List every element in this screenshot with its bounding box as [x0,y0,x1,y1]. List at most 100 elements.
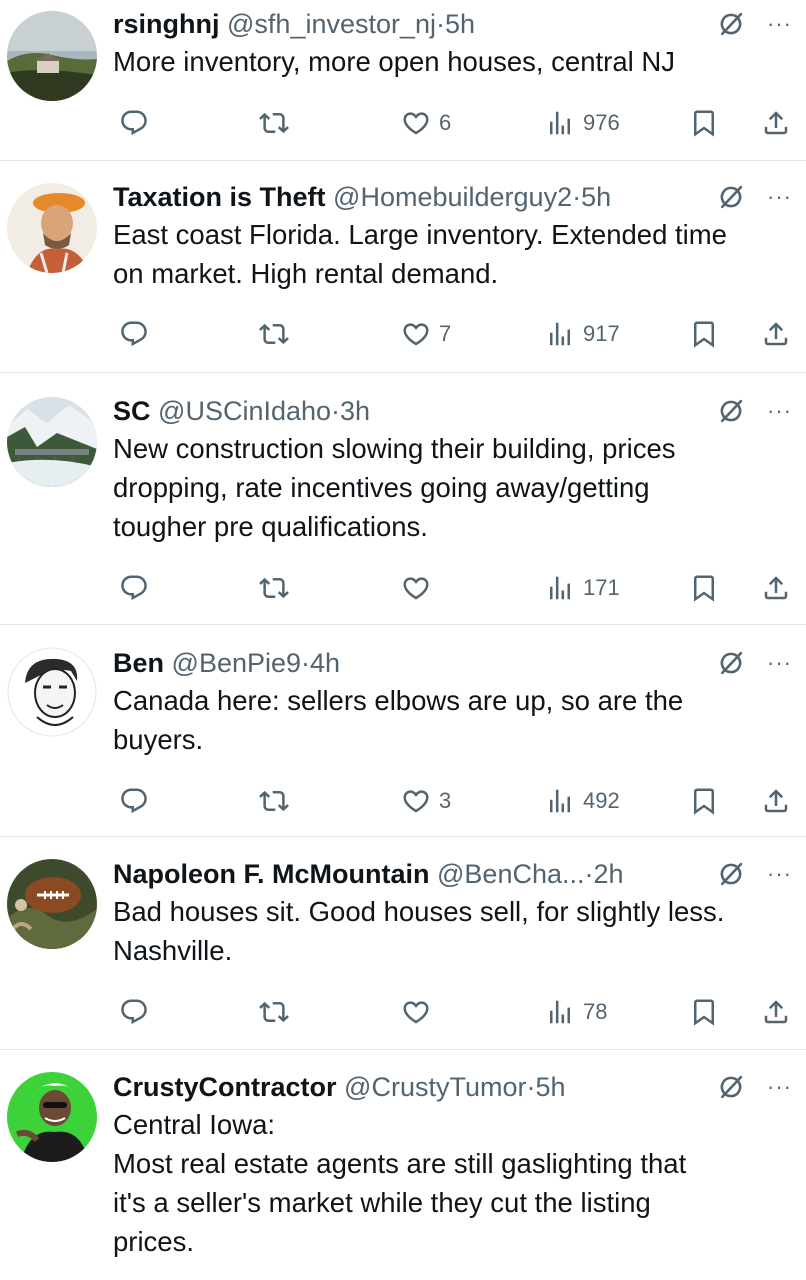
reply-button[interactable] [119,103,149,143]
retweet-icon [259,108,289,138]
grok-icon[interactable] [717,397,745,425]
tweet-header: SC @USCinIdaho·3h ··· [113,393,792,429]
display-name[interactable]: Ben [113,648,164,678]
like-button[interactable]: 7 [401,314,451,354]
display-name[interactable]: Taxation is Theft [113,182,326,212]
like-button[interactable] [401,992,439,1032]
display-name[interactable]: Napoleon F. McMountain [113,859,430,889]
retweet-button[interactable] [259,314,289,354]
reply-button[interactable] [119,568,149,608]
tweet[interactable]: Ben @BenPie9·4h ··· Canada here: sellers… [0,625,806,837]
like-button[interactable] [401,568,439,608]
tweet-actions: 3 492 [113,781,792,821]
avatar[interactable] [7,859,97,949]
retweet-button[interactable] [259,781,289,821]
grok-icon[interactable] [717,860,745,888]
reply-button[interactable] [119,781,149,821]
views-button[interactable]: 917 [545,314,620,354]
tweet-actions: 7 917 [113,314,792,354]
heart-icon [401,786,431,816]
more-icon[interactable]: ··· [767,393,792,429]
display-name[interactable]: rsinghnj [113,9,220,39]
share-button[interactable] [761,992,791,1032]
timestamp[interactable]: 5h [535,1072,565,1102]
share-button[interactable] [761,781,791,821]
view-count: 976 [583,110,620,135]
tweet-header: Napoleon F. McMountain @BenCha...·2h ··· [113,856,792,892]
timestamp[interactable]: 2h [594,859,624,889]
tweet-text: Canada here: sellers elbows are up, so a… [113,685,684,755]
retweet-button[interactable] [259,992,289,1032]
views-button[interactable]: 976 [545,103,620,143]
separator: · [301,648,311,678]
avatar[interactable] [7,647,97,737]
share-icon [761,786,791,816]
views-bar-chart-icon [545,108,575,138]
more-icon[interactable]: ··· [767,179,792,215]
reply-button[interactable] [119,992,149,1032]
like-button[interactable]: 3 [401,781,451,821]
reply-button[interactable] [119,314,149,354]
view-count: 917 [583,321,620,346]
grok-icon[interactable] [717,1073,745,1101]
bookmark-button[interactable] [689,314,719,354]
timestamp[interactable]: 3h [340,396,370,426]
views-button[interactable]: 171 [545,568,620,608]
reply-icon [119,786,149,816]
bookmark-button[interactable] [689,568,719,608]
tweet[interactable]: CrustyContractor @CrustyTumor·5h ··· Cen… [0,1050,806,1280]
like-count: 7 [439,321,452,346]
grok-icon[interactable] [717,649,745,677]
display-name[interactable]: SC [113,396,151,426]
share-button[interactable] [761,103,791,143]
tweet-text: Central Iowa: Most real estate agents ar… [113,1109,687,1257]
views-bar-chart-icon [545,573,575,603]
share-button[interactable] [761,568,791,608]
retweet-button[interactable] [259,103,289,143]
timestamp[interactable]: 5h [445,9,475,39]
bookmark-button[interactable] [689,781,719,821]
tweet[interactable]: SC @USCinIdaho·3h ··· New construction s… [0,373,806,625]
separator: · [584,859,594,889]
avatar[interactable] [7,1072,97,1162]
user-handle[interactable]: @Homebuilderguy2 [333,182,572,212]
share-button[interactable] [761,314,791,354]
tweet[interactable]: rsinghnj @sfh_investor_nj·5h ··· More in… [0,0,806,161]
timestamp[interactable]: 5h [581,182,611,212]
views-button[interactable]: 492 [545,781,620,821]
user-handle[interactable]: @BenPie9 [172,648,302,678]
tweet-text: More inventory, more open houses, centra… [113,46,675,77]
bookmark-button[interactable] [689,103,719,143]
user-handle[interactable]: @BenCha... [437,859,585,889]
timestamp[interactable]: 4h [310,648,340,678]
like-button[interactable]: 6 [401,103,451,143]
bookmark-icon [689,997,719,1027]
retweet-icon [259,573,289,603]
more-icon[interactable]: ··· [767,645,792,681]
more-icon[interactable]: ··· [767,856,792,892]
retweet-icon [259,997,289,1027]
tweet-header: Taxation is Theft @Homebuilderguy2·5h ··… [113,179,792,215]
grok-icon[interactable] [717,183,745,211]
user-handle[interactable]: @USCinIdaho [158,396,331,426]
tweet[interactable]: Napoleon F. McMountain @BenCha...·2h ···… [0,837,806,1050]
views-button[interactable]: 78 [545,992,607,1032]
more-icon[interactable]: ··· [767,6,792,42]
bookmark-icon [689,786,719,816]
bookmark-button[interactable] [689,992,719,1032]
grok-icon[interactable] [717,10,745,38]
more-icon[interactable]: ··· [767,1069,792,1105]
avatar[interactable] [7,397,97,487]
tweet[interactable]: Taxation is Theft @Homebuilderguy2·5h ··… [0,161,806,373]
views-bar-chart-icon [545,319,575,349]
avatar[interactable] [7,183,97,273]
heart-icon [401,997,431,1027]
avatar[interactable] [7,11,97,101]
heart-icon [401,573,431,603]
user-handle[interactable]: @sfh_investor_nj [227,9,436,39]
user-handle[interactable]: @CrustyTumor [344,1072,526,1102]
display-name[interactable]: CrustyContractor [113,1072,337,1102]
separator: · [436,9,446,39]
retweet-button[interactable] [259,568,289,608]
tweet-text: East coast Florida. Large inventory. Ext… [113,219,727,289]
